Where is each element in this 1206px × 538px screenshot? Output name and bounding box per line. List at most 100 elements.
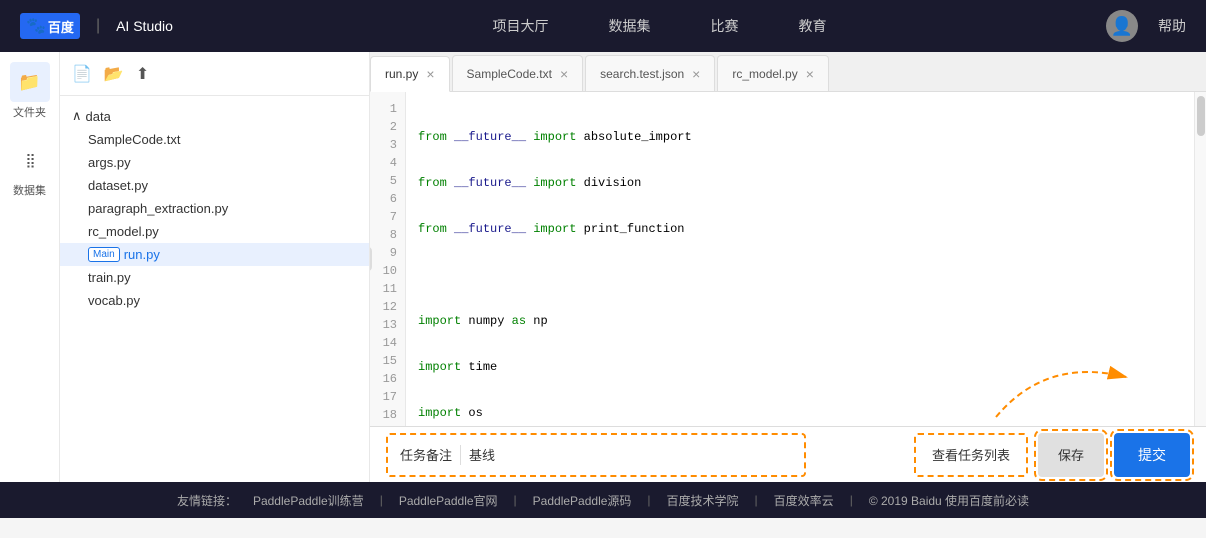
ln-18: 18 [370,406,405,424]
footer-link-cloud[interactable]: 百度效率云 [774,492,834,509]
nav-datasets[interactable]: 数据集 [608,16,650,36]
code-line-1: from __future__ import absolute_import [418,128,1182,146]
avatar[interactable]: 👤 [1106,10,1138,42]
baidu-text: 百度 [48,17,74,36]
footer-sep-4: | [755,493,758,507]
sidebar-label-files: 文件夹 [13,104,46,120]
ln-9: 9 [370,244,405,262]
code-editor[interactable]: ◀ 1 2 3 4 5 6 7 8 9 10 11 12 13 14 15 16… [370,92,1206,426]
tab-samplecode-close[interactable]: × [560,66,568,82]
tabs-bar: run.py × SampleCode.txt × search.test.js… [370,52,1206,92]
tab-runpy-close[interactable]: × [426,66,434,82]
nav-competitions[interactable]: 比赛 [710,16,738,36]
footer-prefix: 友情链接： [177,492,237,509]
code-line-5: import numpy as np [418,312,1182,330]
file-dataset-label: dataset.py [88,178,148,193]
task-input-group: 任务备注 基线 [386,433,806,477]
tab-rcmodel-close[interactable]: × [806,66,814,82]
task-divider [460,445,461,465]
right-buttons: 查看任务列表 保存 提交 [914,433,1190,477]
ln-5: 5 [370,172,405,190]
nav-projects[interactable]: 项目大厅 [492,16,548,36]
sidebar-section-datasets: ⣿ 数据集 [10,140,50,198]
main-badge: Main [88,247,120,262]
line-numbers: 1 2 3 4 5 6 7 8 9 10 11 12 13 14 15 16 1… [370,92,406,426]
ln-12: 12 [370,298,405,316]
sidebar-item-files[interactable]: 📁 [10,62,50,102]
upload-icon[interactable]: ⬆ [136,64,149,84]
footer-link-source[interactable]: PaddlePaddle源码 [533,492,632,509]
file-vocab-label: vocab.py [88,293,140,308]
file-runpy-label: run.py [124,247,160,262]
ln-10: 10 [370,262,405,280]
nav-items: 项目大厅 数据集 比赛 教育 [213,16,1106,36]
file-dataset[interactable]: dataset.py [60,174,369,197]
code-line-6: import time [418,358,1182,376]
submit-button[interactable]: 提交 [1114,433,1190,477]
help-link[interactable]: 帮助 [1158,16,1186,36]
folder-icon: 📁 [18,72,40,93]
save-button[interactable]: 保存 [1038,433,1104,477]
tab-samplecode[interactable]: SampleCode.txt × [452,55,584,91]
file-args[interactable]: args.py [60,151,369,174]
folder-data[interactable]: ∧ data [60,104,369,128]
file-samplecode-label: SampleCode.txt [88,132,181,147]
ln-1: 1 [370,100,405,118]
tab-runpy[interactable]: run.py × [370,56,450,92]
view-task-list-button[interactable]: 查看任务列表 [914,433,1028,477]
chevron-down-icon: ∧ [72,108,82,124]
ln-17: 17 [370,388,405,406]
code-lines: from __future__ import absolute_import f… [406,92,1194,426]
code-line-2: from __future__ import division [418,174,1182,192]
footer-link-academy[interactable]: 百度技术学院 [667,492,739,509]
scroll-thumb[interactable] [1197,96,1205,136]
paw-icon: 🐾 [26,16,46,36]
file-train[interactable]: train.py [60,266,369,289]
file-toolbar: 📄 📂 ⬆ [60,52,369,96]
logo-area: 🐾 百度 | AI Studio [20,13,173,39]
new-file-icon[interactable]: 📄 [72,64,92,84]
file-rcmodel-label: rc_model.py [88,224,159,239]
sidebar-section-files: 📁 文件夹 [10,62,50,120]
code-line-7: import os [418,404,1182,422]
editor-area: run.py × SampleCode.txt × search.test.js… [370,52,1206,482]
file-runpy[interactable]: Main run.py [60,243,369,266]
sidebar-item-datasets[interactable]: ⣿ [10,140,50,180]
tab-rcmodel[interactable]: rc_model.py × [717,55,829,91]
studio-text: AI Studio [116,18,173,34]
file-train-label: train.py [88,270,131,285]
main-area: 📁 文件夹 ⣿ 数据集 📄 📂 ⬆ ∧ data SampleCode.txt [0,52,1206,482]
file-samplecode[interactable]: SampleCode.txt [60,128,369,151]
ln-11: 11 [370,280,405,298]
folder-data-label: data [86,109,111,124]
footer: 友情链接： PaddlePaddle训练营 | PaddlePaddle官网 |… [0,482,1206,518]
footer-link-camp[interactable]: PaddlePaddle训练营 [253,492,364,509]
tab-search-close[interactable]: × [692,66,700,82]
tab-samplecode-label: SampleCode.txt [467,67,552,81]
task-label: 任务备注 [400,445,452,464]
footer-copyright: © 2019 Baidu 使用百度前必读 [869,492,1029,509]
file-vocab[interactable]: vocab.py [60,289,369,312]
code-line-4 [418,266,1182,284]
footer-link-official[interactable]: PaddlePaddle官网 [399,492,498,509]
ln-16: 16 [370,370,405,388]
nav-right: 👤 帮助 [1106,10,1186,42]
ln-7: 7 [370,208,405,226]
file-args-label: args.py [88,155,131,170]
nav-education[interactable]: 教育 [798,16,826,36]
ln-13: 13 [370,316,405,334]
file-paragraph[interactable]: paragraph_extraction.py [60,197,369,220]
footer-sep-1: | [380,493,383,507]
scrollbar-vertical[interactable] [1194,92,1206,426]
sidebar: 📁 文件夹 ⣿ 数据集 [0,52,60,482]
ln-4: 4 [370,154,405,172]
tab-search[interactable]: search.test.json × [585,55,715,91]
file-panel: 📄 📂 ⬆ ∧ data SampleCode.txt args.py data… [60,52,370,482]
ln-6: 6 [370,190,405,208]
ln-2: 2 [370,118,405,136]
collapse-panel-button[interactable]: ◀ [370,247,372,271]
new-folder-icon[interactable]: 📂 [104,64,124,84]
bottom-panel: 任务备注 基线 查看任务列表 保存 提交 [370,426,1206,482]
task-input-field[interactable] [503,447,792,462]
file-rcmodel[interactable]: rc_model.py [60,220,369,243]
